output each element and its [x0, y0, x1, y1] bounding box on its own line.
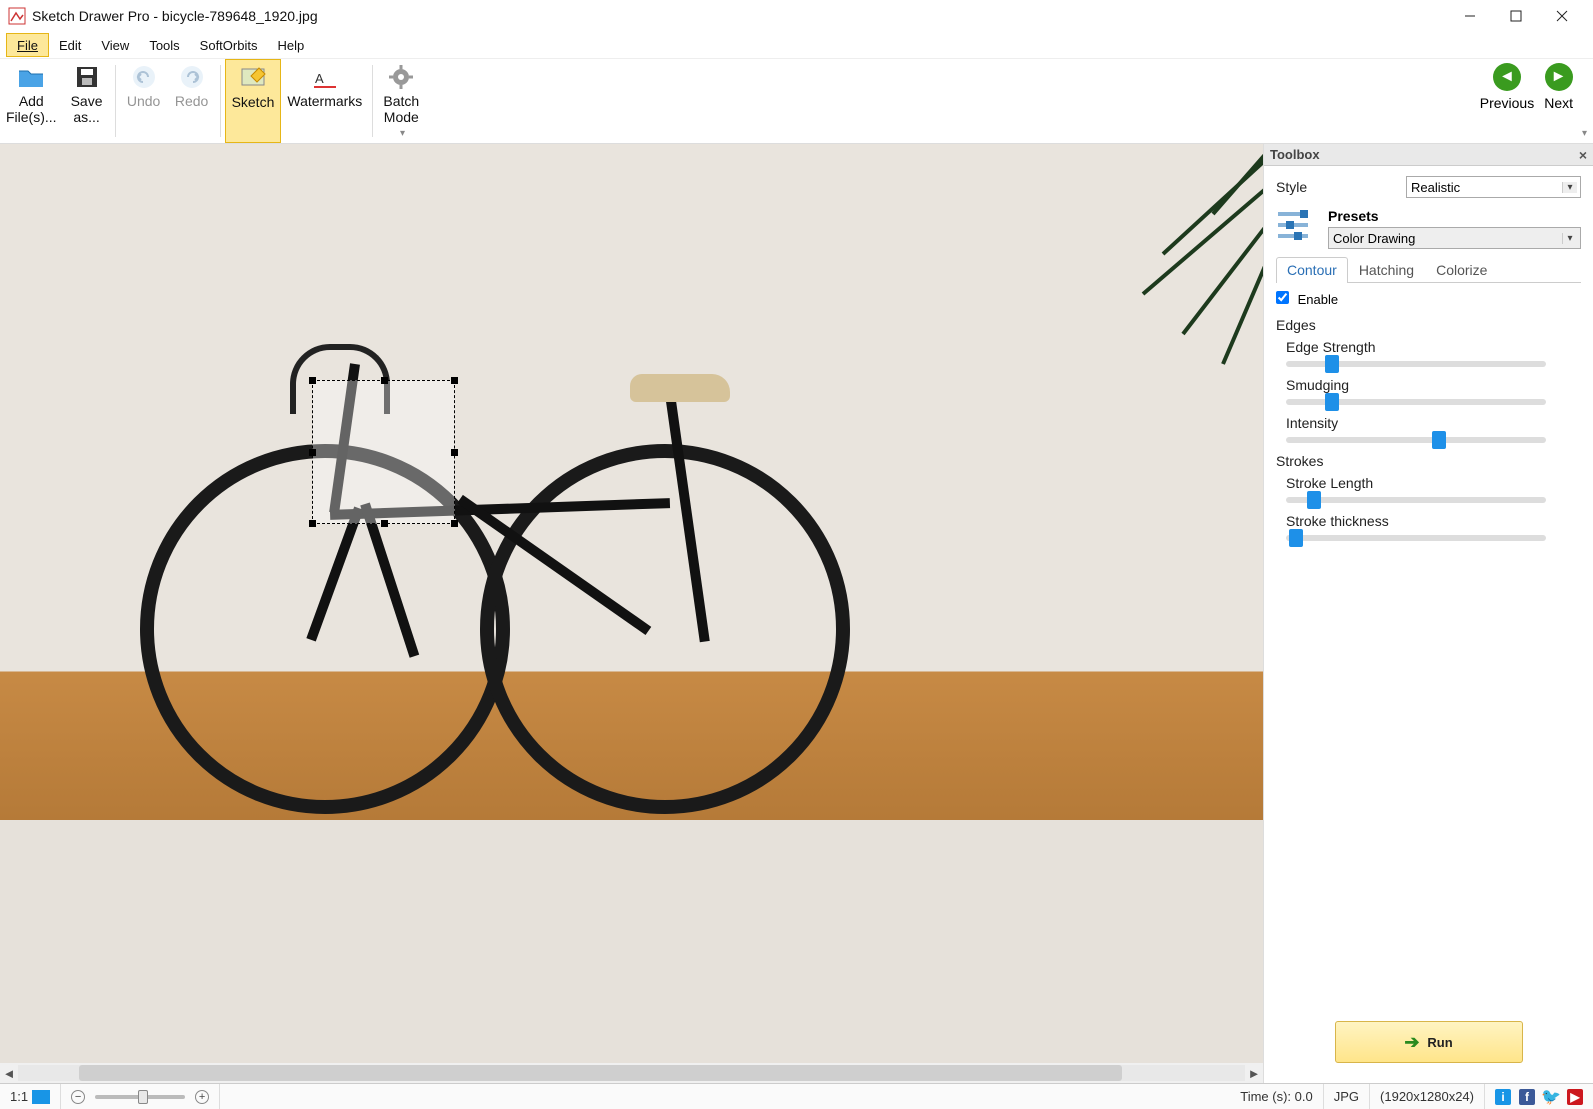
zoom-ratio[interactable]: 1:1 [0, 1084, 61, 1109]
toolbox-panel: Toolbox × Style Realistic Presets Color … [1263, 144, 1593, 1083]
image-canvas[interactable] [0, 144, 1263, 1063]
watermarks-button[interactable]: A Watermarks [281, 59, 368, 143]
zoom-slider[interactable] [95, 1095, 185, 1099]
minimize-button[interactable] [1447, 1, 1493, 31]
add-files-button[interactable]: Add File(s)... [0, 59, 63, 143]
edge-strength-label: Edge Strength [1286, 339, 1581, 355]
zoom-in-button[interactable]: + [195, 1090, 209, 1104]
tab-contour[interactable]: Contour [1276, 257, 1348, 283]
enable-checkbox[interactable] [1276, 291, 1289, 304]
stroke-thickness-slider[interactable] [1286, 535, 1546, 541]
status-bar: 1:1 − + Time (s): 0.0 JPG (1920x1280x24)… [0, 1083, 1593, 1109]
horizontal-scrollbar[interactable]: ◄ ► [0, 1063, 1263, 1083]
close-button[interactable] [1539, 1, 1585, 31]
plant-decoration [1103, 144, 1263, 384]
title-bar: Sketch Drawer Pro - bicycle-789648_1920.… [0, 0, 1593, 32]
menu-tools[interactable]: Tools [139, 34, 189, 56]
svg-text:A: A [315, 71, 324, 86]
menu-help[interactable]: Help [267, 34, 314, 56]
menu-bar: File Edit View Tools SoftOrbits Help [0, 32, 1593, 58]
edge-strength-slider[interactable] [1286, 361, 1546, 367]
run-icon: ➔ [1404, 1032, 1419, 1053]
sketch-button[interactable]: Sketch [225, 59, 282, 143]
status-format: JPG [1324, 1084, 1370, 1109]
toolbox-tabs: Contour Hatching Colorize [1276, 257, 1581, 283]
intensity-label: Intensity [1286, 415, 1581, 431]
save-as-button[interactable]: Save as... [63, 59, 111, 143]
stroke-length-slider[interactable] [1286, 497, 1546, 503]
style-label: Style [1276, 179, 1406, 195]
menu-file[interactable]: File [6, 33, 49, 57]
presets-label: Presets [1328, 208, 1581, 224]
status-time: Time (s): 0.0 [1230, 1084, 1323, 1109]
watermarks-icon: A [311, 63, 339, 91]
scroll-right-icon[interactable]: ► [1245, 1064, 1263, 1082]
enable-label: Enable [1298, 292, 1338, 307]
sketch-icon [239, 64, 267, 92]
zoom-out-button[interactable]: − [71, 1090, 85, 1104]
undo-icon [130, 63, 158, 91]
app-icon [8, 7, 26, 25]
selection-marquee[interactable] [312, 380, 455, 524]
fit-screen-icon[interactable] [32, 1090, 50, 1104]
twitter-icon[interactable]: 🐦 [1543, 1089, 1559, 1105]
window-title: Sketch Drawer Pro - bicycle-789648_1920.… [32, 8, 1447, 24]
run-button[interactable]: ➔ Run [1335, 1021, 1523, 1063]
toolbox-header: Toolbox × [1264, 144, 1593, 166]
style-select[interactable]: Realistic [1406, 176, 1581, 198]
arrow-left-icon: ◄ [1493, 63, 1521, 91]
toolbox-close-icon[interactable]: × [1579, 147, 1587, 163]
save-icon [73, 63, 101, 91]
redo-button[interactable]: Redo [168, 59, 216, 143]
scrollbar-thumb[interactable] [79, 1065, 1122, 1081]
menu-view[interactable]: View [91, 34, 139, 56]
redo-icon [178, 63, 206, 91]
info-icon[interactable]: i [1495, 1089, 1511, 1105]
stroke-thickness-label: Stroke thickness [1286, 513, 1581, 529]
stroke-length-label: Stroke Length [1286, 475, 1581, 491]
canvas-area: ◄ ► [0, 144, 1263, 1083]
arrow-right-icon: ► [1545, 63, 1573, 91]
presets-icon [1276, 208, 1320, 242]
strokes-group-label: Strokes [1276, 453, 1581, 469]
maximize-button[interactable] [1493, 1, 1539, 31]
edges-group-label: Edges [1276, 317, 1581, 333]
menu-softorbits[interactable]: SoftOrbits [190, 34, 268, 56]
nav-overflow-icon[interactable]: ▾ [1582, 128, 1587, 139]
facebook-icon[interactable]: f [1519, 1089, 1535, 1105]
next-button[interactable]: ► Next [1544, 63, 1573, 111]
presets-select[interactable]: Color Drawing [1328, 227, 1581, 249]
folder-add-icon [17, 63, 45, 91]
status-dimensions: (1920x1280x24) [1370, 1084, 1485, 1109]
undo-button[interactable]: Undo [120, 59, 168, 143]
youtube-icon[interactable]: ▶ [1567, 1089, 1583, 1105]
previous-button[interactable]: ◄ Previous [1480, 63, 1534, 111]
smudging-label: Smudging [1286, 377, 1581, 393]
tab-hatching[interactable]: Hatching [1348, 257, 1425, 282]
tab-colorize[interactable]: Colorize [1425, 257, 1498, 282]
intensity-slider[interactable] [1286, 437, 1546, 443]
scroll-left-icon[interactable]: ◄ [0, 1064, 18, 1082]
smudging-slider[interactable] [1286, 399, 1546, 405]
menu-edit[interactable]: Edit [49, 34, 91, 56]
gear-icon [387, 63, 415, 91]
toolbar: Add File(s)... Save as... Undo Redo Sket… [0, 58, 1593, 144]
toolbar-overflow-icon[interactable]: ▾ [400, 128, 405, 139]
bicycle-seat [630, 374, 730, 402]
